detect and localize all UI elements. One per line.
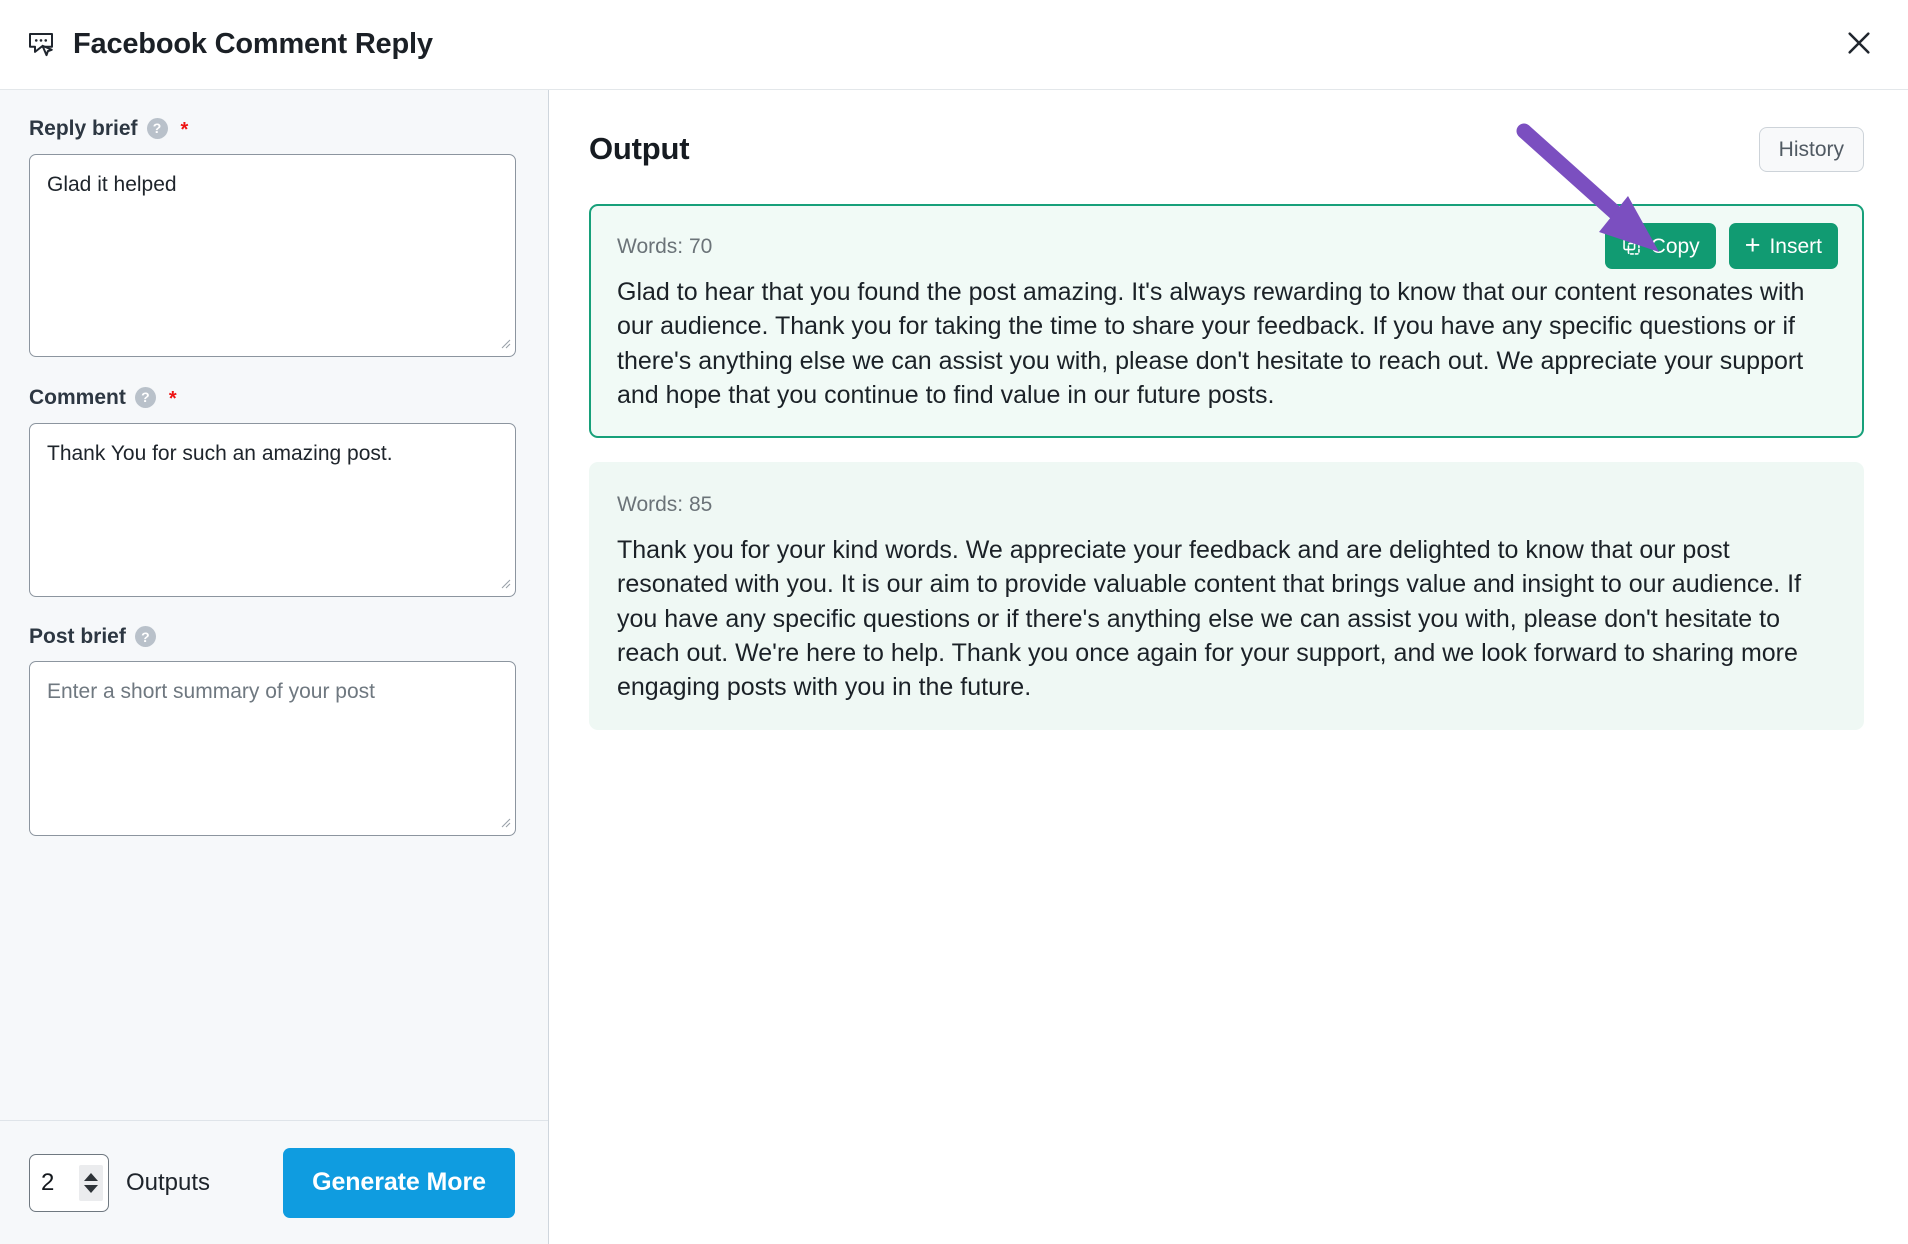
post-brief-label: Post brief <box>29 625 126 648</box>
insert-button[interactable]: + Insert <box>1728 223 1838 269</box>
generate-more-button[interactable]: Generate More <box>283 1147 515 1218</box>
required-asterisk: * <box>168 388 177 410</box>
outputs-count-value: 2 <box>41 1168 55 1196</box>
dialog-window: Facebook Comment Reply Reply brief ? * G… <box>0 0 1908 1244</box>
output-header: Output History <box>589 120 1864 178</box>
output-card[interactable]: Words: 85 Thank you for your kind words.… <box>589 462 1864 731</box>
copy-button[interactable]: Copy <box>1604 223 1716 269</box>
dialog-header: Facebook Comment Reply <box>0 0 1908 90</box>
output-panel: Output History Words: 70 Copy + Insert G… <box>549 90 1908 1244</box>
reply-brief-label: Reply brief <box>29 116 138 140</box>
post-brief-textarea-wrap <box>29 661 516 836</box>
output-title: Output <box>589 131 690 166</box>
comment-label: Comment <box>29 385 126 409</box>
dialog-title: Facebook Comment Reply <box>73 28 433 60</box>
comment-reply-icon <box>26 30 56 60</box>
reply-brief-input[interactable] <box>29 154 516 357</box>
reply-brief-textarea-wrap <box>29 154 516 357</box>
field-reply-brief: Reply brief ? * <box>29 116 516 357</box>
output-card[interactable]: Words: 70 Copy + Insert Glad to hear tha… <box>589 204 1864 438</box>
field-comment: Comment ? * <box>29 385 516 597</box>
output-card-text: Thank you for your kind words. We apprec… <box>617 536 1802 701</box>
chevron-up-icon[interactable] <box>84 1172 98 1181</box>
outputs-count-stepper[interactable]: 2 <box>29 1153 109 1212</box>
field-label-row: Post brief ? <box>29 626 515 647</box>
output-card-text: Glad to hear that you found the post ama… <box>617 278 1805 409</box>
copy-button-label: Copy <box>1650 234 1700 258</box>
input-fields-container: Reply brief ? * Glad it helped Comment ?… <box>0 90 548 1120</box>
post-brief-input[interactable] <box>29 661 516 836</box>
word-count-label: Words: 70 <box>617 234 713 258</box>
dialog-body: Reply brief ? * Glad it helped Comment ?… <box>0 90 1908 1244</box>
plus-icon: + <box>1744 229 1761 260</box>
comment-textarea-wrap <box>29 423 516 597</box>
close-icon <box>1843 27 1875 62</box>
close-button[interactable] <box>1836 22 1882 68</box>
output-card-header: Words: 70 Copy + Insert <box>617 223 1838 269</box>
insert-button-label: Insert <box>1769 234 1822 258</box>
output-card-actions: Copy + Insert <box>1604 223 1838 269</box>
question-mark-icon[interactable]: ? <box>146 117 168 139</box>
input-panel-footer: 2 Outputs Generate More <box>0 1120 548 1244</box>
question-mark-icon[interactable]: ? <box>134 626 156 647</box>
field-post-brief: Post brief ? <box>29 626 516 836</box>
header-left-group: Facebook Comment Reply <box>26 28 433 61</box>
question-mark-icon[interactable]: ? <box>134 386 156 408</box>
word-count-label: Words: 85 <box>617 492 713 516</box>
field-label-row: Comment ? * <box>29 385 515 409</box>
chevron-down-icon[interactable] <box>84 1184 98 1193</box>
history-button[interactable]: History <box>1758 126 1864 172</box>
comment-input[interactable] <box>29 423 516 597</box>
copy-icon <box>1621 236 1642 257</box>
outputs-label: Outputs <box>126 1168 211 1196</box>
input-panel: Reply brief ? * Glad it helped Comment ?… <box>0 90 549 1244</box>
field-label-row: Reply brief ? * <box>29 116 515 140</box>
required-asterisk: * <box>180 119 189 141</box>
stepper-buttons[interactable] <box>79 1164 103 1201</box>
output-card-header: Words: 85 <box>617 481 1838 527</box>
